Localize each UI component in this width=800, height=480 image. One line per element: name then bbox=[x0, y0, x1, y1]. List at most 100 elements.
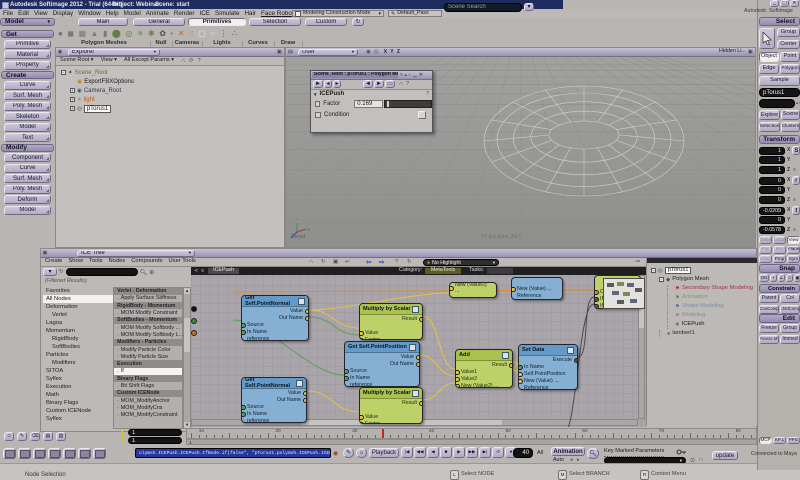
pen-icon[interactable]: ✎ bbox=[17, 432, 27, 441]
strip-list-icon[interactable]: ≡ bbox=[201, 268, 204, 274]
node-port[interactable]: Value bbox=[242, 307, 308, 315]
factor-slider[interactable] bbox=[383, 100, 432, 108]
ice-list-scrollbar[interactable]: ▲ ▼ bbox=[183, 286, 191, 429]
port-dot[interactable] bbox=[456, 383, 460, 387]
ppg-refresh-icon[interactable]: ↻ bbox=[400, 72, 404, 78]
axis-letter-y[interactable]: Y bbox=[390, 49, 394, 55]
star-icon[interactable]: ✳ bbox=[137, 29, 144, 38]
scale-y-field[interactable]: 1 bbox=[759, 156, 785, 164]
edit-panel-header[interactable]: Edit bbox=[759, 314, 800, 323]
auto-key-label[interactable]: Auto bbox=[553, 457, 564, 463]
node-port[interactable]: Out Name bbox=[345, 360, 419, 368]
ice-menu-user-tools[interactable]: User Tools bbox=[169, 258, 196, 265]
ice-filter-dropdown[interactable]: ▾ bbox=[43, 268, 57, 276]
expand-icon[interactable]: + bbox=[70, 88, 75, 93]
ice-node-get-self-pointposition[interactable]: Get Self.PointPosition Value Out Name Sourc… bbox=[344, 341, 420, 387]
ice-category-syflex[interactable]: Syflex bbox=[43, 415, 113, 423]
explorer-view-dropdown[interactable]: Explorer ▾ bbox=[68, 48, 160, 56]
loop-button[interactable]: ↺ bbox=[492, 447, 504, 458]
maximize-button[interactable]: ▢ bbox=[780, 0, 789, 7]
graph-input-dot[interactable] bbox=[191, 306, 197, 312]
ppg-section-help-icon[interactable]: ? bbox=[426, 91, 429, 97]
cross-icon[interactable]: ✕ bbox=[178, 29, 185, 38]
factor-slider-thumb[interactable] bbox=[386, 101, 390, 107]
ice-category-lagoa[interactable]: Lagoa bbox=[43, 319, 113, 327]
ice-category-syflex[interactable]: Syflex bbox=[43, 375, 113, 383]
ref-button-view[interactable]: View bbox=[787, 236, 800, 244]
graph-input-dot[interactable] bbox=[191, 318, 197, 324]
ice-category-particles[interactable]: Particles bbox=[43, 351, 113, 359]
ppg-close-icon[interactable]: ✕ bbox=[419, 72, 423, 78]
section-collapse-icon[interactable]: ▼ bbox=[313, 92, 317, 97]
tab-refresh-icon[interactable]: ↻ bbox=[352, 17, 364, 26]
tab-main[interactable]: Main bbox=[78, 17, 128, 26]
ice-category-all-nodes[interactable]: All Nodes bbox=[43, 294, 114, 303]
ice-category-deformation[interactable]: Deformation bbox=[43, 303, 113, 311]
disc-icon[interactable]: ⬤ bbox=[112, 29, 121, 38]
scene-search-input[interactable]: Scene Search bbox=[444, 2, 522, 12]
ice-category-binary-flags[interactable]: Binary Flags bbox=[43, 399, 113, 407]
update-button[interactable]: update bbox=[712, 451, 738, 460]
edit-freeze-m--button[interactable]: Freeze M. bbox=[759, 334, 779, 344]
book-icon[interactable]: ▤ bbox=[43, 432, 53, 441]
timeline-ruler[interactable]: 10 20 30 40 50 60 70 80 bbox=[186, 428, 757, 439]
key-icon[interactable] bbox=[676, 449, 686, 455]
factor-input[interactable]: 0.169 bbox=[354, 100, 383, 108]
node-port[interactable]: Factor bbox=[360, 420, 422, 423]
ice-list-item[interactable]: ▫ MOM_ModifyConstraint bbox=[114, 412, 182, 419]
node-port[interactable]: Value1 bbox=[456, 368, 512, 376]
scale-z-field[interactable]: 1 bbox=[759, 166, 785, 174]
constrain-col-button[interactable]: Col bbox=[780, 294, 800, 303]
strip-pop-icon[interactable]: ≺ bbox=[194, 268, 198, 274]
menu-hair[interactable]: Hair bbox=[245, 10, 257, 17]
lock-icon[interactable]: ∩ bbox=[181, 58, 185, 64]
explorer-tree-item[interactable]: + ◉ Camera_Root bbox=[59, 86, 284, 95]
node-port[interactable]: New (Value2) ... bbox=[450, 283, 496, 294]
script-error-icon[interactable]: ◉ bbox=[333, 450, 338, 457]
node-port[interactable]: Value bbox=[360, 413, 422, 421]
ice-refresh-icon[interactable]: ↻ bbox=[321, 259, 326, 265]
reset-label[interactable]: Reset bbox=[291, 234, 305, 241]
tab-primitives[interactable]: Primitives bbox=[188, 17, 246, 26]
tab-general[interactable]: General bbox=[133, 17, 185, 26]
eraser-icon[interactable]: ⌫ bbox=[30, 432, 40, 441]
ice-category-math[interactable]: Math bbox=[43, 391, 113, 399]
toolbar-button-text[interactable]: Text bbox=[4, 133, 51, 142]
ice-tree-item[interactable]: ● lambert1 bbox=[649, 329, 757, 338]
node-edit-box[interactable] bbox=[298, 297, 305, 305]
filter-point-button[interactable]: Point bbox=[780, 52, 800, 62]
explorer-menu-icon[interactable]: ◉ bbox=[56, 49, 64, 55]
ice-tree-item[interactable]: ⚑ Shape Modeling bbox=[649, 302, 757, 311]
snap-panel-header[interactable]: Snap bbox=[759, 264, 800, 273]
graph-input-dot[interactable] bbox=[191, 330, 197, 336]
graph-tab-icepush[interactable]: ICEPush bbox=[208, 268, 240, 275]
camera-icon[interactable]: ◉ bbox=[366, 49, 371, 55]
translate-mode-button[interactable]: t bbox=[792, 206, 800, 215]
node-port[interactable]: New (Value) ... bbox=[512, 285, 562, 293]
rotate-y-field[interactable]: 0 bbox=[759, 186, 785, 194]
ice-undo-icon[interactable]: ↩ bbox=[345, 259, 350, 265]
point-icon[interactable]: • bbox=[170, 29, 173, 38]
playhead[interactable] bbox=[382, 429, 384, 438]
ppg-lock-icon[interactable]: ∩ bbox=[408, 72, 411, 77]
layout-toggle-icon[interactable] bbox=[3, 448, 16, 459]
grid-icon[interactable]: ▦ bbox=[78, 29, 86, 38]
ice-node-partial[interactable]: New (Value) ... Reference bbox=[511, 277, 563, 300]
shelf-group-draw[interactable]: Draw bbox=[274, 40, 303, 47]
mcp-tab-kp1[interactable]: KP.1 bbox=[773, 437, 786, 444]
selection-star-icon[interactable]: ▴✳ bbox=[796, 100, 800, 106]
pass-dropdown[interactable]: ✎ Default_Pass bbox=[388, 9, 442, 18]
circle-icon[interactable]: ○ bbox=[210, 29, 215, 38]
explorer-tree-item[interactable]: - ✦ Scene_Root bbox=[59, 68, 284, 77]
constrain-chldcomp-button[interactable]: ChldComp bbox=[780, 304, 800, 314]
anim-divot-icon[interactable] bbox=[315, 112, 321, 118]
step-forward-button[interactable]: ▶▶ bbox=[466, 447, 478, 458]
play-button[interactable]: ▶ bbox=[453, 447, 465, 458]
viewport-memo-icon[interactable]: ▤ bbox=[286, 49, 295, 55]
layout-toggle-icon[interactable] bbox=[48, 448, 61, 459]
node-port[interactable]: Reference bbox=[519, 384, 577, 390]
explorer-menu-view[interactable]: View ▾ bbox=[101, 58, 117, 64]
node-port[interactable]: reference bbox=[242, 335, 308, 341]
script-home-button[interactable]: ⌂ bbox=[356, 448, 367, 458]
ice-node-get-self-pointnormal[interactable]: Get Self.PointNormal Value Out Name Source I… bbox=[241, 377, 307, 423]
